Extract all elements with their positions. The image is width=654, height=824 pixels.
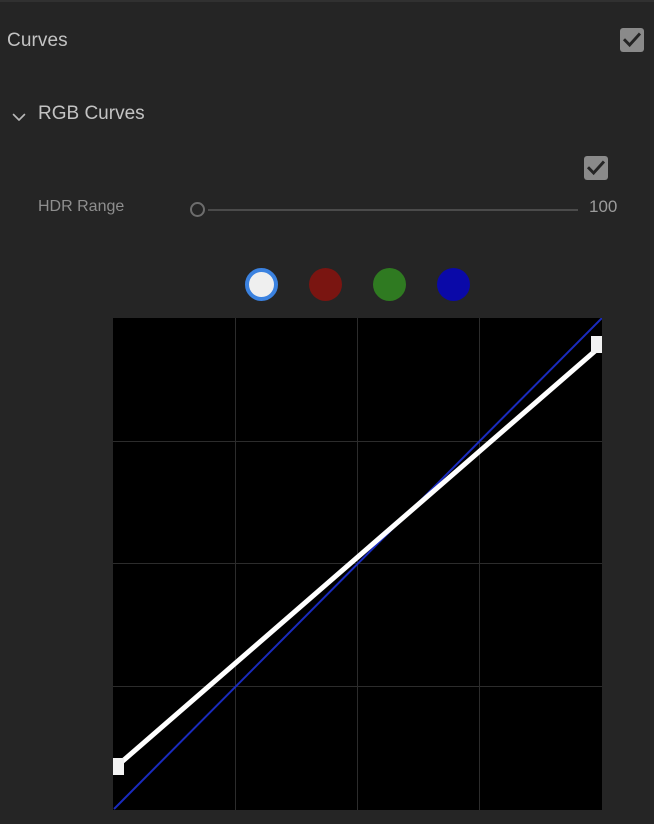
curve-graph-canvas[interactable] <box>113 318 602 810</box>
panel-header: Curves <box>0 2 654 72</box>
curve-graph[interactable] <box>113 318 602 810</box>
check-icon <box>622 32 642 48</box>
check-icon <box>586 160 606 176</box>
hdr-range-label: HDR Range <box>38 198 125 215</box>
panel-enable-checkbox[interactable] <box>620 28 644 52</box>
curve-control-point-white[interactable] <box>591 336 602 353</box>
curve-control-point-black[interactable] <box>113 758 124 775</box>
hdr-range-knob[interactable] <box>190 202 205 217</box>
page-title: Curves <box>7 30 68 51</box>
rgb-curves-enable-checkbox[interactable] <box>584 156 608 180</box>
channel-selector <box>0 266 654 306</box>
hdr-range-slider-row: HDR Range 100 <box>0 196 654 224</box>
channel-blue-button[interactable] <box>437 268 470 301</box>
hdr-range-track[interactable] <box>208 209 578 211</box>
chevron-down-icon[interactable] <box>10 108 28 126</box>
master-curve-line[interactable] <box>115 343 602 768</box>
channel-green-button[interactable] <box>373 268 406 301</box>
rgb-curves-section-label: RGB Curves <box>38 103 145 124</box>
channel-red-button[interactable] <box>309 268 342 301</box>
channel-master-button[interactable] <box>245 268 278 301</box>
rgb-curves-section-header[interactable]: RGB Curves <box>0 100 654 132</box>
hdr-range-value[interactable]: 100 <box>589 198 617 215</box>
